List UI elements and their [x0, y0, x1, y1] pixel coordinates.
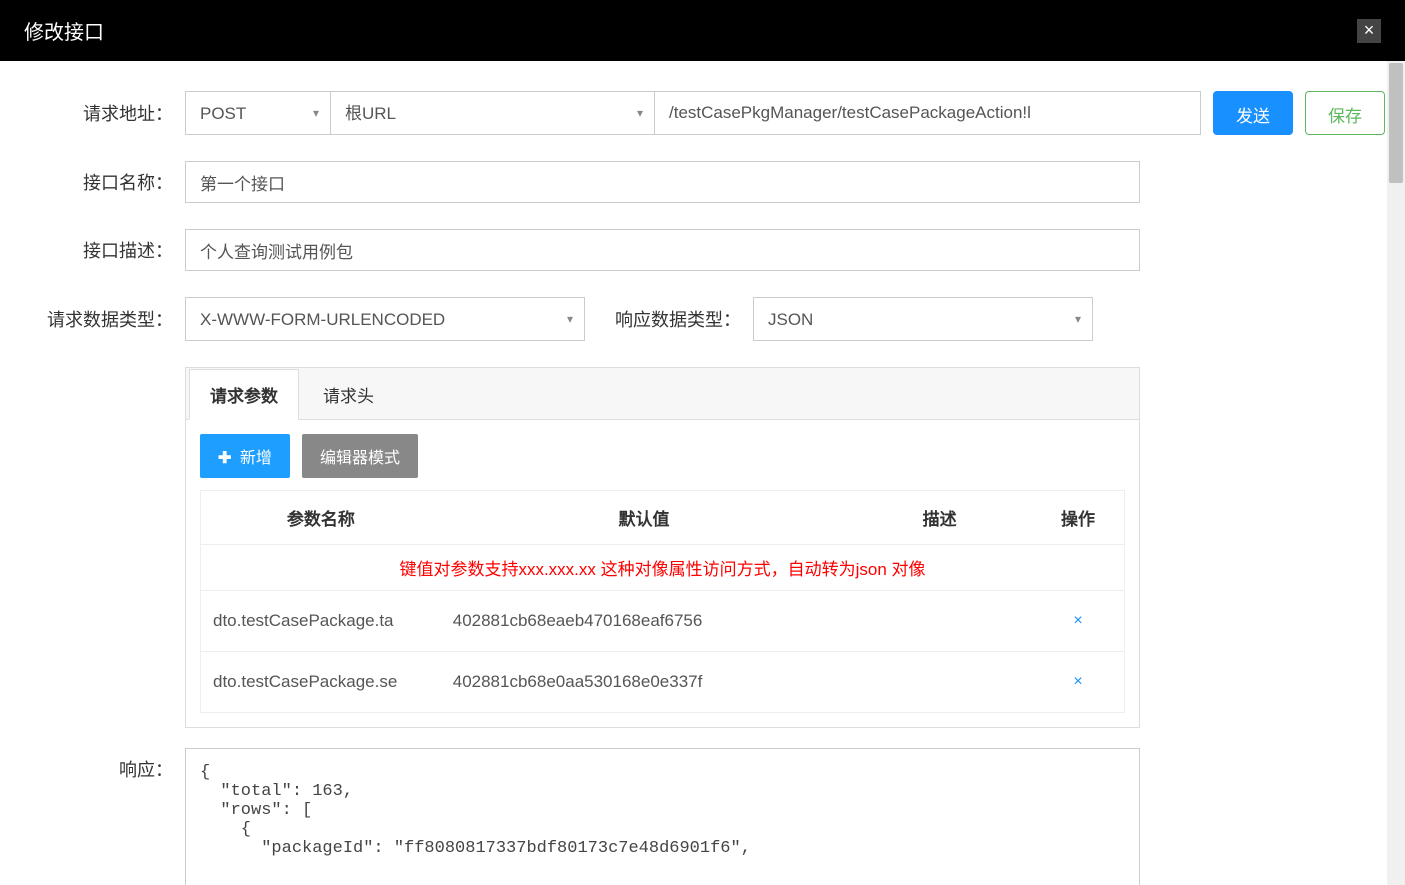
- th-param-name: 参数名称: [201, 491, 441, 545]
- data-type-row: 请求数据类型： X-WWW-FORM-URLENCODED ▾ 响应数据类型： …: [20, 297, 1385, 341]
- hint-text: 键值对参数支持xxx.xxx.xx 这种对像属性访问方式，自动转为json 对像: [201, 545, 1125, 591]
- root-url-select[interactable]: 根URL: [330, 91, 655, 135]
- table-row: ×: [201, 652, 1125, 713]
- url-controls: POST ▾ 根URL ▾: [185, 91, 1201, 135]
- tab-nav: 请求参数 请求头: [186, 368, 1139, 420]
- api-name-row: 接口名称：: [20, 161, 1385, 203]
- url-path-input[interactable]: [654, 91, 1201, 135]
- delete-row-button[interactable]: ×: [1040, 612, 1116, 630]
- add-label: 新增: [240, 450, 272, 467]
- th-description: 描述: [847, 491, 1032, 545]
- param-name-input[interactable]: [209, 662, 433, 702]
- param-desc-input[interactable]: [855, 601, 1024, 641]
- param-value-input[interactable]: [449, 662, 840, 702]
- request-url-row: 请求地址： POST ▾ 根URL ▾ 发送 保存: [20, 91, 1385, 135]
- table-row: ×: [201, 591, 1125, 652]
- tab-request-headers[interactable]: 请求头: [302, 369, 395, 420]
- response-label: 响应：: [20, 748, 185, 782]
- modal-header: 修改接口 ×: [0, 0, 1405, 61]
- response-textarea[interactable]: { "total": 163, "rows": [ { "packageId":…: [185, 748, 1140, 885]
- th-action: 操作: [1032, 491, 1124, 545]
- api-name-label: 接口名称：: [20, 169, 185, 195]
- method-select-wrap: POST ▾: [185, 91, 331, 135]
- close-button[interactable]: ×: [1357, 19, 1381, 43]
- method-select[interactable]: POST: [185, 91, 331, 135]
- response-row: 响应： { "total": 163, "rows": [ { "package…: [20, 748, 1385, 885]
- api-name-input[interactable]: [185, 161, 1140, 203]
- request-data-type-wrap: X-WWW-FORM-URLENCODED ▾: [185, 297, 585, 341]
- data-type-controls: X-WWW-FORM-URLENCODED ▾ 响应数据类型： JSON ▾: [185, 297, 1385, 341]
- add-param-button[interactable]: ✚ 新增: [200, 434, 290, 478]
- close-icon: ×: [1364, 20, 1375, 41]
- api-desc-row: 接口描述：: [20, 229, 1385, 271]
- tab-request-params[interactable]: 请求参数: [189, 369, 299, 420]
- api-desc-input[interactable]: [185, 229, 1140, 271]
- response-data-type-label: 响应数据类型：: [615, 306, 753, 332]
- response-data-type-wrap: JSON ▾: [753, 297, 1093, 341]
- action-buttons: ✚ 新增 编辑器模式: [200, 434, 1125, 478]
- save-button[interactable]: 保存: [1305, 91, 1385, 135]
- root-url-select-wrap: 根URL ▾: [331, 91, 655, 135]
- param-name-input[interactable]: [209, 601, 433, 641]
- scrollbar-thumb[interactable]: [1389, 63, 1403, 183]
- send-button[interactable]: 发送: [1213, 91, 1293, 135]
- param-desc-input[interactable]: [855, 662, 1024, 702]
- th-default-value: 默认值: [441, 491, 848, 545]
- scrollbar[interactable]: [1387, 61, 1405, 885]
- tab-content: ✚ 新增 编辑器模式 参数名称 默认值 描述 操作 键值对参数支持xxx.xxx…: [186, 420, 1139, 727]
- param-value-input[interactable]: [449, 601, 840, 641]
- tab-container: 请求参数 请求头 ✚ 新增 编辑器模式 参数名称 默认值 描述 操作: [185, 367, 1140, 728]
- request-data-type-select[interactable]: X-WWW-FORM-URLENCODED: [185, 297, 585, 341]
- param-table-body: × ×: [201, 591, 1125, 713]
- plus-icon: ✚: [218, 450, 231, 467]
- response-data-type-select[interactable]: JSON: [753, 297, 1093, 341]
- api-desc-label: 接口描述：: [20, 237, 185, 263]
- param-table: 参数名称 默认值 描述 操作 键值对参数支持xxx.xxx.xx 这种对像属性访…: [200, 490, 1125, 713]
- modal-body: 请求地址： POST ▾ 根URL ▾ 发送 保存 接口名称： 接口描述：: [0, 61, 1405, 885]
- editor-mode-button[interactable]: 编辑器模式: [302, 434, 418, 478]
- request-url-label: 请求地址：: [20, 100, 185, 126]
- param-table-head: 参数名称 默认值 描述 操作 键值对参数支持xxx.xxx.xx 这种对像属性访…: [201, 491, 1125, 591]
- modal-title: 修改接口: [24, 16, 104, 45]
- delete-row-button[interactable]: ×: [1040, 673, 1116, 691]
- request-data-type-label: 请求数据类型：: [20, 306, 185, 332]
